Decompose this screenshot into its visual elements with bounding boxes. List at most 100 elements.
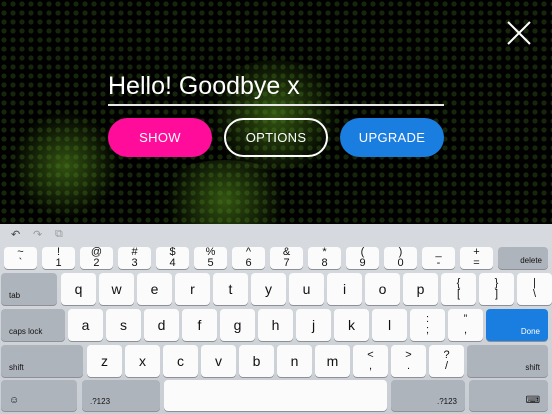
key-sym[interactable]: _ - <box>422 247 455 269</box>
key-label: shift <box>525 363 540 372</box>
key-bottom-char: 8 <box>321 257 328 269</box>
numbers-mode-key-right[interactable]: .?123 <box>391 380 465 411</box>
key-7[interactable]: & 7 <box>270 247 303 269</box>
tab-key[interactable]: tab <box>1 273 57 305</box>
done-key[interactable]: Done <box>486 309 548 341</box>
key-symbol[interactable]: | \ <box>517 273 552 305</box>
key-9[interactable]: (9 <box>346 247 379 269</box>
key-bottom-char: ; <box>425 324 430 336</box>
close-button[interactable] <box>505 19 533 47</box>
key-label: d <box>157 317 166 333</box>
key-u[interactable]: u <box>289 273 324 305</box>
key-z[interactable]: z <box>87 345 122 377</box>
key-sym[interactable]: ~ ` <box>4 247 37 269</box>
space-key[interactable] <box>164 380 387 411</box>
key-e[interactable]: e <box>137 273 172 305</box>
key-m[interactable]: m <box>315 345 350 377</box>
key-o[interactable]: o <box>365 273 400 305</box>
key-symbol[interactable]: }] <box>479 273 514 305</box>
shift-key-left[interactable]: shift <box>1 345 83 377</box>
key-1[interactable]: ! 1 <box>42 247 75 269</box>
key-j[interactable]: j <box>296 309 331 341</box>
key-s[interactable]: s <box>106 309 141 341</box>
caps-lock-key[interactable]: caps lock <box>1 309 65 341</box>
delete-key[interactable]: delete <box>498 247 548 269</box>
key-label: n <box>290 353 299 369</box>
key-label: caps lock <box>9 327 43 336</box>
key-label: b <box>252 353 261 369</box>
key-bottom-char: 4 <box>169 257 176 269</box>
key-c[interactable]: c <box>163 345 198 377</box>
show-button[interactable]: SHOW <box>108 118 212 157</box>
key-label: shift <box>9 363 24 372</box>
key-label: h <box>271 317 280 333</box>
key-label: i <box>342 281 347 297</box>
key-label: t <box>228 281 233 297</box>
key-symbol[interactable]: >. <box>391 345 426 377</box>
key-bottom-char: 5 <box>207 257 214 269</box>
key-k[interactable]: k <box>334 309 369 341</box>
key-symbol[interactable]: :; <box>410 309 445 341</box>
numbers-mode-key-left[interactable]: .?123 <box>82 380 160 411</box>
key-q[interactable]: q <box>61 273 96 305</box>
key-label: j <box>311 317 316 333</box>
key-symbol[interactable]: {[ <box>441 273 476 305</box>
key-h[interactable]: h <box>258 309 293 341</box>
key-p[interactable]: p <box>403 273 438 305</box>
key-f[interactable]: f <box>182 309 217 341</box>
key-label: v <box>215 353 222 369</box>
key-label: .?123 <box>90 397 111 406</box>
shift-key-right[interactable]: shift <box>467 345 548 377</box>
key-label: x <box>139 353 146 369</box>
key-l[interactable]: l <box>372 309 407 341</box>
hide-keyboard-key[interactable]: ⌨ <box>469 380 548 411</box>
key-label: u <box>302 281 311 297</box>
key-label: a <box>81 317 90 333</box>
key-6[interactable]: ^ 6 <box>232 247 265 269</box>
key-y[interactable]: y <box>251 273 286 305</box>
key-bottom-char: , <box>368 360 373 372</box>
key-n[interactable]: n <box>277 345 312 377</box>
key-2[interactable]: @2 <box>80 247 113 269</box>
key-label: z <box>101 353 108 369</box>
key-label: c <box>177 353 184 369</box>
key-sym[interactable]: + = <box>460 247 493 269</box>
key-3[interactable]: #3 <box>118 247 151 269</box>
key-symbol[interactable]: ? / <box>429 345 464 377</box>
keyboard-toolbar: ↶ ↷ ⧉ <box>0 224 552 244</box>
key-symbol[interactable]: ”, <box>448 309 483 341</box>
undo-icon[interactable]: ↶ <box>11 228 20 241</box>
close-icon <box>507 21 531 45</box>
key-d[interactable]: d <box>144 309 179 341</box>
key-bottom-char: [ <box>456 288 461 300</box>
options-button[interactable]: OPTIONS <box>224 118 328 157</box>
key-a[interactable]: a <box>68 309 103 341</box>
key-w[interactable]: w <box>99 273 134 305</box>
key-label: q <box>74 281 83 297</box>
paste-icon[interactable]: ⧉ <box>55 228 63 241</box>
key-label: w <box>111 281 122 297</box>
key-bottom-char: ] <box>494 288 499 300</box>
key-8[interactable]: * 8 <box>308 247 341 269</box>
redo-icon[interactable]: ↷ <box>33 228 42 241</box>
key-g[interactable]: g <box>220 309 255 341</box>
key-bottom-char: 6 <box>245 257 252 269</box>
key-i[interactable]: i <box>327 273 362 305</box>
key-label: r <box>190 281 195 297</box>
upgrade-button[interactable]: UPGRADE <box>340 118 444 157</box>
key-5[interactable]: % 5 <box>194 247 227 269</box>
emoji-key[interactable]: ☺ <box>1 380 77 411</box>
key-symbol[interactable]: <, <box>353 345 388 377</box>
key-0[interactable]: ) 0 <box>384 247 417 269</box>
keyboard: ↶ ↷ ⧉ ~ `! 1 @2 #3 $4% 5 ^ 6 & 7 * 8(9) 0 _ - + = delete ta… <box>0 224 552 414</box>
key-v[interactable]: v <box>201 345 236 377</box>
key-t[interactable]: t <box>213 273 248 305</box>
message-input[interactable]: Hello! Goodbye x <box>108 70 444 106</box>
key-b[interactable]: b <box>239 345 274 377</box>
key-r[interactable]: r <box>175 273 210 305</box>
key-4[interactable]: $4 <box>156 247 189 269</box>
key-label: s <box>120 317 127 333</box>
key-bottom-char: 7 <box>283 257 290 269</box>
key-bottom-char: = <box>473 257 480 269</box>
key-x[interactable]: x <box>125 345 160 377</box>
